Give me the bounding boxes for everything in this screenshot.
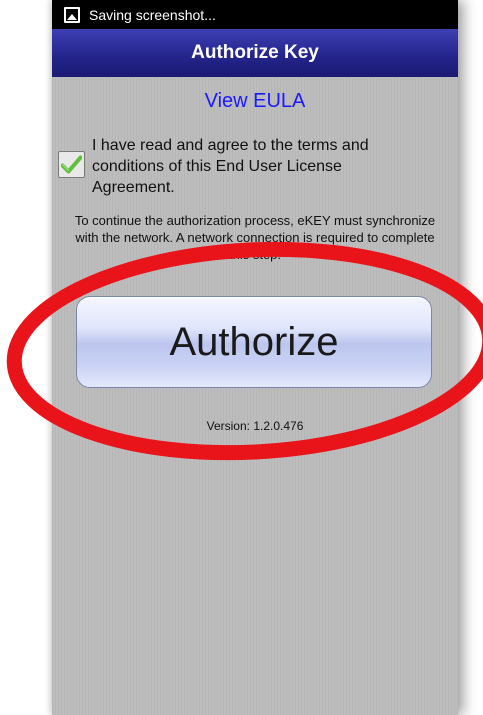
screenshot-icon [64,6,80,23]
version-label: Version: 1.2.0.476 [206,419,304,433]
agreement-row: I have read and agree to the terms and c… [58,135,448,198]
status-text: Saving screenshot... [89,6,216,23]
app-screen: Saving screenshot... Authorize Key View … [52,0,458,715]
screenshot-stage: Saving screenshot... Authorize Key View … [0,0,483,715]
status-bar: Saving screenshot... [52,0,458,29]
agree-checkbox[interactable] [58,151,85,178]
agreement-text: I have read and agree to the terms and c… [92,137,369,196]
sync-info-text: To continue the authorization process, e… [74,213,436,262]
title-bar: Authorize Key [52,29,458,77]
authorize-button[interactable]: Authorize [76,296,432,388]
checkmark-icon [61,155,82,174]
page-title: Authorize Key [191,42,319,63]
view-eula-link[interactable]: View EULA [52,90,458,113]
